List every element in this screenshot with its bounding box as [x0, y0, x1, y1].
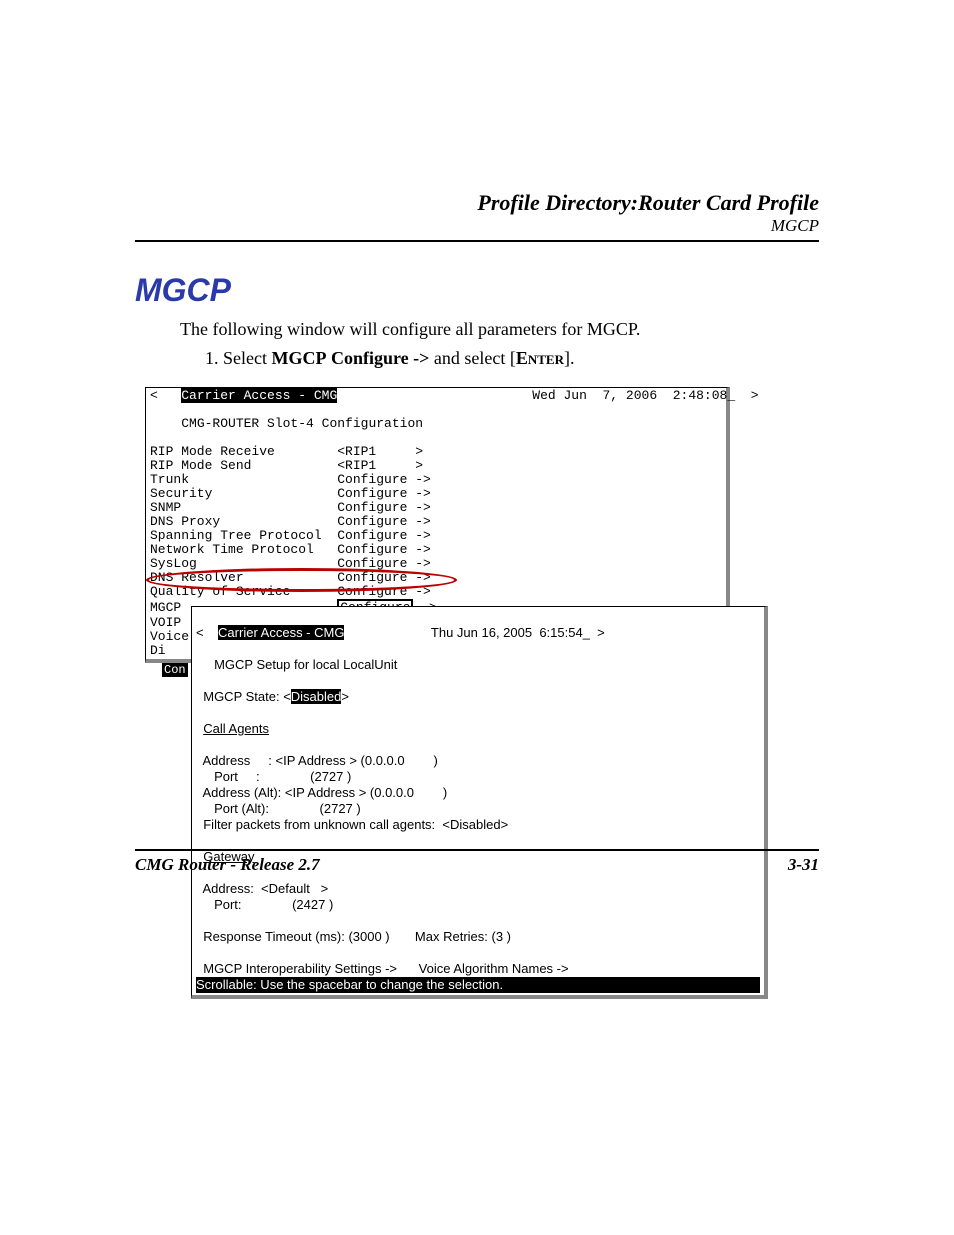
term2-title: Carrier Access - CMG [218, 625, 344, 640]
term1-config-row: RIP Mode Receive <RIP1 > [150, 445, 722, 459]
step-bold2: Configure -> [331, 348, 429, 368]
footer-right: 3-31 [788, 855, 819, 875]
step-enter: Enter [516, 348, 564, 368]
term1-config-row: SNMP Configure -> [150, 501, 722, 515]
intro-text: The following window will configure all … [180, 319, 819, 340]
con-label: Con [162, 663, 188, 677]
terminal-window-parent: < Carrier Access - CMG Wed Jun 7, 2006 2… [145, 387, 730, 663]
term2-subtitle: MGCP Setup for local LocalUnit [214, 657, 397, 672]
term1-title: Carrier Access - CMG [181, 388, 337, 403]
header-sub: MGCP [135, 216, 819, 236]
term1-blank1 [150, 403, 722, 417]
step-pre: Select [223, 348, 271, 368]
term1-titlebar: < Carrier Access - CMG Wed Jun 7, 2006 2… [150, 389, 722, 403]
term2-ca-addr-alt: Address (Alt): <IP Address > (0.0.0.0 ) [203, 785, 448, 800]
term2-resp-line: Response Timeout (ms): (3000 ) Max Retri… [203, 929, 511, 944]
term2-ca-port: Port : (2727 ) [203, 769, 351, 784]
term1-subtitle: CMG-ROUTER Slot-4 Configuration [150, 417, 722, 431]
footer-rule [135, 849, 819, 851]
term1-config-row: Network Time Protocol Configure -> [150, 543, 722, 557]
header-rule [135, 240, 819, 242]
terminal-2: < Carrier Access - CMG Thu Jun 16, 2005 … [192, 607, 764, 995]
term1-blank2 [150, 431, 722, 445]
term1-config-row: RIP Mode Send <RIP1 > [150, 459, 722, 473]
term1-config-row: SysLog Configure -> [150, 557, 722, 571]
step-bold1: MGCP [271, 348, 326, 368]
term2-interop-line: MGCP Interoperability Settings -> Voice … [203, 961, 568, 976]
term2-state-value: Disabled [291, 689, 342, 704]
term2-state-label: MGCP State: < [203, 689, 291, 704]
term2-ca-port-alt: Port (Alt): (2727 ) [203, 801, 361, 816]
step-close: ]. [564, 348, 575, 368]
term2-ca-addr: Address : <IP Address > (0.0.0.0 ) [203, 753, 438, 768]
section-heading: MGCP [135, 272, 819, 309]
term1-config-row: DNS Resolver Configure -> [150, 571, 722, 585]
step-number: 1. [205, 348, 219, 368]
page-footer: CMG Router - Release 2.7 3-31 [135, 849, 819, 875]
term1-timestamp: Wed Jun 7, 2006 2:48:08_ [532, 388, 735, 403]
term1-config-row: Trunk Configure -> [150, 473, 722, 487]
term1-config-row: Spanning Tree Protocol Configure -> [150, 529, 722, 543]
terminal-window-child: Con < Carrier Access - CMG Thu Jun 16, 2… [191, 606, 768, 999]
page-header: Profile Directory:Router Card Profile MG… [135, 190, 819, 236]
term2-gw-addr: Address: <Default > [203, 881, 329, 896]
term2-timestamp: Thu Jun 16, 2005 6:15:54_ [431, 625, 590, 640]
term1-config-row: Security Configure -> [150, 487, 722, 501]
term2-state-close: > [341, 689, 349, 704]
term1-config-row: DNS Proxy Configure -> [150, 515, 722, 529]
term1-config-row: Quality of Service Configure -> [150, 585, 722, 599]
step-post: and select [ [429, 348, 515, 368]
footer-left: CMG Router - Release 2.7 [135, 855, 320, 875]
term2-status-bar: Scrollable: Use the spacebar to change t… [196, 977, 760, 993]
term2-call-agents-heading: Call Agents [203, 721, 269, 736]
term2-ca-filter: Filter packets from unknown call agents:… [203, 817, 508, 832]
term2-gw-port: Port: (2427 ) [203, 897, 333, 912]
header-title: Profile Directory:Router Card Profile [135, 190, 819, 216]
step-1: 1. Select MGCP Configure -> and select [… [205, 348, 819, 369]
